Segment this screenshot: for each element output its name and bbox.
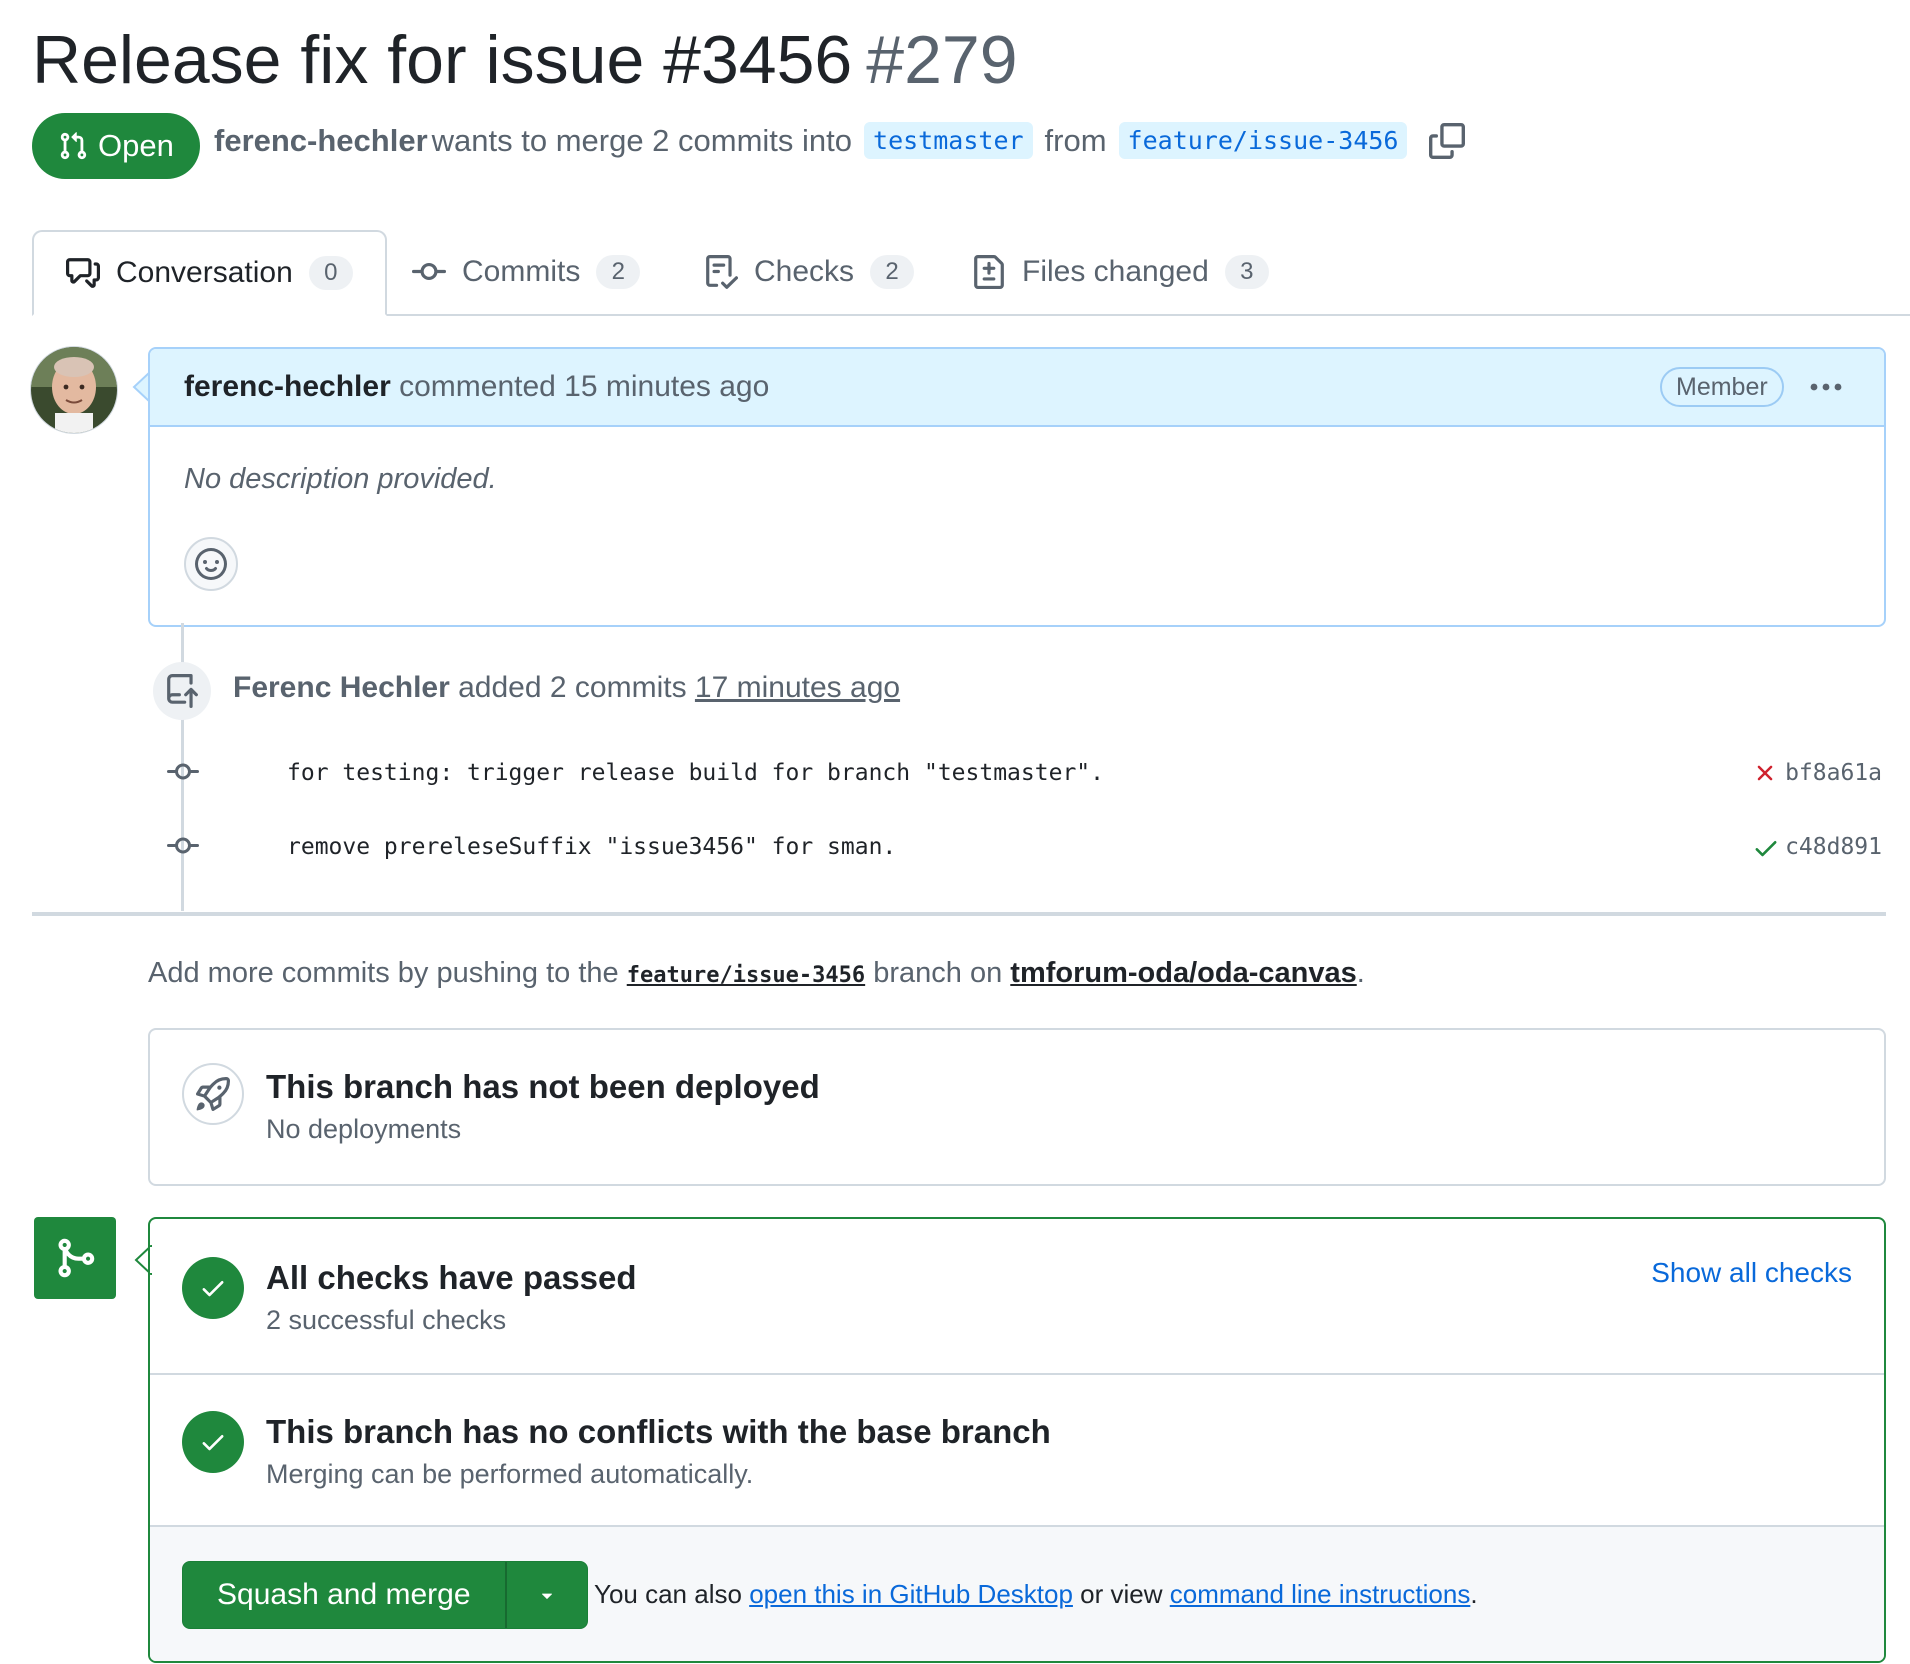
timeline-separator — [32, 912, 1886, 916]
x-icon[interactable] — [1752, 760, 1778, 786]
git-commit-icon — [165, 756, 201, 788]
base-branch[interactable]: testmaster — [864, 122, 1033, 159]
check-icon[interactable] — [1752, 834, 1780, 862]
pr-state-badge: Open — [32, 113, 200, 179]
pr-author-link[interactable]: ferenc-hechler — [214, 123, 428, 159]
file-diff-icon — [972, 255, 1022, 289]
tab-checks[interactable]: Checks 2 — [704, 230, 915, 314]
hint-middle: branch on — [873, 957, 1003, 989]
tab-checks-label: Checks — [754, 255, 855, 288]
repo-push-icon — [153, 662, 211, 720]
avatar[interactable] — [30, 346, 118, 434]
open-in-desktop-link[interactable]: open this in GitHub Desktop — [749, 1579, 1073, 1609]
conflicts-title: This branch has no conflicts with the ba… — [266, 1413, 1051, 1450]
pr-title: Release fix for issue #3456 #279 — [32, 18, 1018, 102]
or-view-text: or view — [1080, 1579, 1163, 1609]
pusher-name[interactable]: Ferenc Hechler — [233, 671, 450, 704]
commit-sha[interactable]: bf8a61a — [1785, 760, 1882, 786]
merge-actions: Squash and merge You can also open this … — [150, 1527, 1884, 1661]
comment-discussion-icon — [66, 256, 116, 290]
smiley-icon — [195, 548, 227, 580]
tab-files-count: 3 — [1224, 255, 1269, 289]
conflicts-section: This branch has no conflicts with the ba… — [150, 1375, 1884, 1527]
kebab-horizontal-icon[interactable] — [1806, 373, 1846, 401]
tab-commits-label: Commits — [462, 255, 581, 288]
comment-author[interactable]: ferenc-hechler — [184, 370, 391, 403]
tab-conversation[interactable]: Conversation 0 — [32, 230, 387, 316]
pr-tabs: Conversation 0 Commits 2 Checks 2 Files … — [32, 230, 1910, 316]
pr-meta: ferenc-hechler wants to merge 2 commits … — [214, 122, 1466, 159]
pushed-text: added 2 commits — [458, 671, 687, 704]
tab-conversation-label: Conversation — [116, 256, 293, 289]
member-badge: Member — [1660, 367, 1784, 407]
deployment-box: This branch has not been deployed No dep… — [148, 1028, 1886, 1186]
comment-meta: ferenc-hechler commented 15 minutes ago — [184, 370, 769, 404]
deploy-title: This branch has not been deployed — [266, 1068, 820, 1105]
git-commit-icon — [165, 830, 201, 862]
rocket-icon — [182, 1063, 244, 1125]
tab-checks-count: 2 — [870, 255, 915, 289]
head-branch[interactable]: feature/issue-3456 — [1118, 122, 1408, 159]
hint-prefix: Add more commits by pushing to the — [148, 957, 619, 989]
tab-conversation-count: 0 — [308, 256, 353, 290]
triangle-down-icon — [536, 1584, 558, 1606]
hint-branch[interactable]: feature/issue-3456 — [627, 963, 865, 988]
commit-message[interactable]: for testing: trigger release build for b… — [287, 760, 1104, 786]
command-line-instructions-link[interactable]: command line instructions — [1170, 1579, 1471, 1609]
merge-method-dropdown[interactable] — [504, 1562, 587, 1628]
merge-button-group: Squash and merge — [182, 1561, 588, 1629]
conflicts-subtitle: Merging can be performed automatically. — [266, 1459, 754, 1489]
also-prefix: You can also — [594, 1579, 742, 1609]
squash-and-merge-button[interactable]: Squash and merge — [183, 1562, 505, 1628]
checks-title: All checks have passed — [266, 1259, 637, 1296]
comment-body: No description provided. — [184, 463, 497, 495]
also-suffix: . — [1470, 1579, 1478, 1609]
check-circle-icon — [182, 1257, 244, 1319]
copy-icon[interactable] — [1429, 122, 1466, 159]
comment-box: ferenc-hechler commented 15 minutes ago … — [148, 347, 1886, 627]
checks-section: All checks have passed 2 successful chec… — [150, 1219, 1884, 1375]
commit-sha[interactable]: c48d891 — [1785, 834, 1882, 860]
merge-box: All checks have passed 2 successful chec… — [148, 1217, 1886, 1663]
from-text: from — [1044, 122, 1107, 158]
show-all-checks-link[interactable]: Show all checks — [1651, 1257, 1852, 1289]
tab-files-changed[interactable]: Files changed 3 — [972, 230, 1269, 314]
pr-title-text: Release fix for issue #3456 — [32, 22, 853, 98]
merge-text: wants to merge 2 commits into — [431, 122, 853, 158]
pr-state-label: Open — [98, 128, 174, 163]
hint-repo[interactable]: tmforum-oda/oda-canvas — [1010, 957, 1356, 989]
comment-header: ferenc-hechler commented 15 minutes ago … — [150, 349, 1884, 427]
hint-suffix: . — [1356, 957, 1365, 989]
check-circle-icon — [182, 1411, 244, 1473]
tab-commits[interactable]: Commits 2 — [412, 230, 641, 314]
add-reaction-button[interactable] — [184, 537, 238, 591]
git-commit-icon — [412, 255, 462, 289]
tab-files-label: Files changed — [1022, 255, 1209, 288]
commit-message[interactable]: remove prereleseSuffix "issue3456" for s… — [287, 834, 896, 860]
checklist-icon — [704, 255, 754, 289]
push-event: Ferenc Hechler added 2 commits 17 minute… — [233, 671, 900, 705]
pr-number: #279 — [866, 22, 1018, 98]
git-merge-icon — [34, 1217, 116, 1299]
merge-alternatives: You can also open this in GitHub Desktop… — [594, 1579, 1478, 1610]
checks-subtitle: 2 successful checks — [266, 1305, 507, 1335]
push-hint: Add more commits by pushing to the featu… — [148, 957, 1365, 990]
push-time[interactable]: 17 minutes ago — [695, 671, 900, 704]
git-pull-request-icon — [58, 131, 98, 161]
deploy-subtitle: No deployments — [266, 1114, 462, 1144]
tab-commits-count: 2 — [596, 255, 641, 289]
comment-action[interactable]: commented 15 minutes ago — [399, 370, 769, 403]
